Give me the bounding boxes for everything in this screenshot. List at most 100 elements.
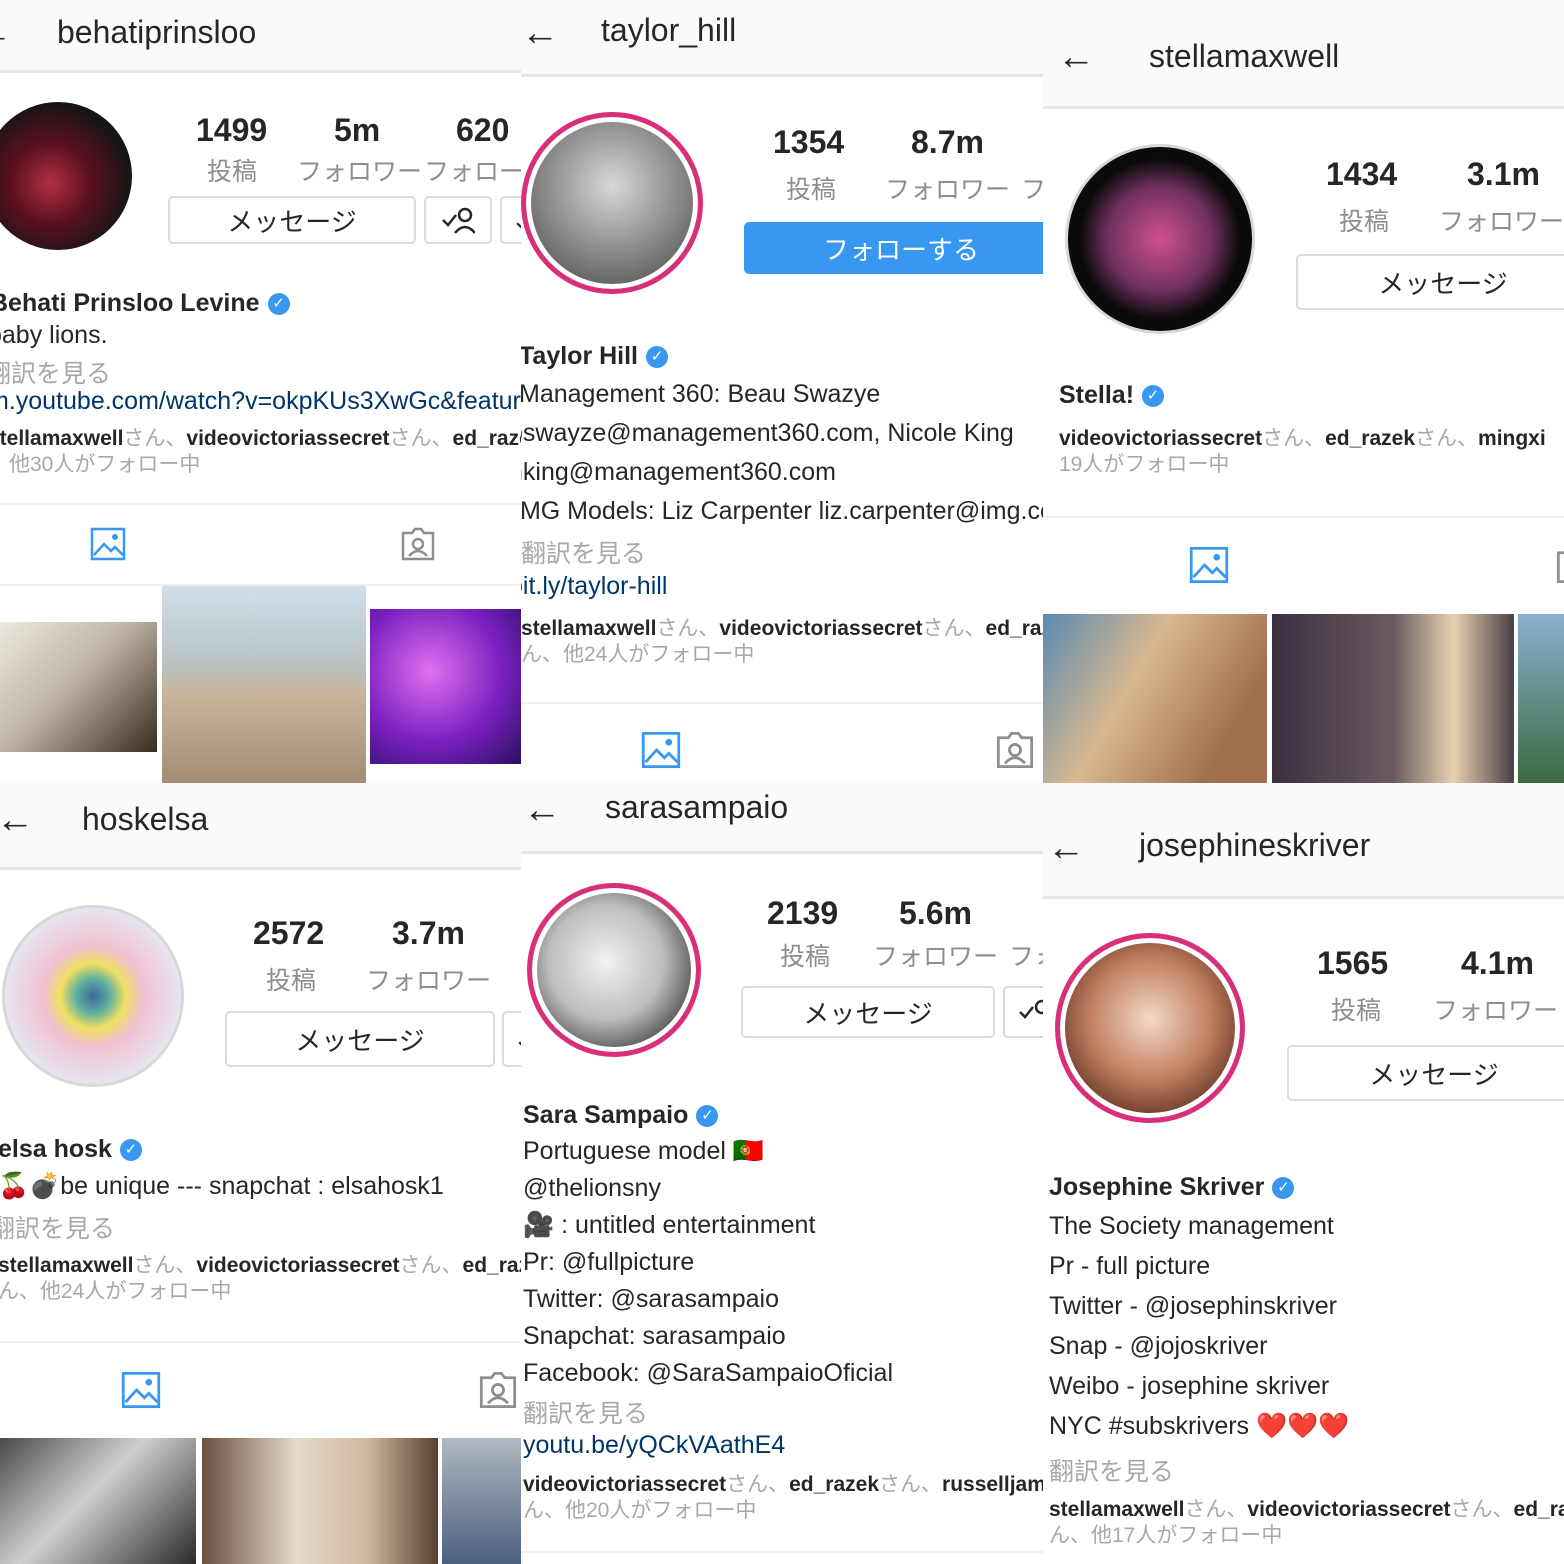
back-arrow-icon[interactable]: ← (0, 801, 34, 839)
posts-label: 投稿 (780, 943, 831, 971)
bio-line: Snapchat: sarasampaio (523, 1322, 786, 1350)
message-button[interactable]: メッセージ (1296, 254, 1564, 310)
followed-by-text[interactable]: videovictoriassecretさん、ed_razekさん、russel… (523, 1472, 1043, 1525)
message-button[interactable]: メッセージ (741, 986, 995, 1038)
bio-line: Pr - full picture (1049, 1252, 1211, 1280)
tagged-tab-icon[interactable] (400, 527, 436, 561)
back-arrow-icon[interactable]: ← (521, 14, 559, 52)
avatar[interactable] (0, 102, 132, 250)
post-thumbnail[interactable] (202, 1438, 438, 1564)
see-translation-link[interactable]: 翻訳を見る (0, 354, 111, 390)
header-bar: ← sarasampaio (521, 783, 1043, 854)
followers-count[interactable]: 5.6m (899, 895, 972, 932)
followers-label: フォロワー (297, 158, 423, 186)
username-title: taylor_hill (601, 12, 737, 48)
divider (521, 702, 1043, 704)
post-thumbnail[interactable] (370, 609, 521, 764)
avatar[interactable] (527, 883, 701, 1057)
bio-line: Snap - @jojoskriver (1049, 1332, 1268, 1360)
header-bar: ← hoskelsa (0, 783, 521, 870)
message-button[interactable]: メッセージ (225, 1011, 495, 1067)
see-translation-link[interactable]: 翻訳を見る (521, 534, 646, 570)
posts-grid-tab-icon[interactable] (641, 731, 681, 769)
username-title: hoskelsa (82, 801, 209, 837)
username-title: behatiprinsloo (57, 14, 257, 50)
display-name: Stella! ✓ (1059, 381, 1165, 410)
more-options-button[interactable]: ⌄ (500, 196, 521, 244)
followers-count[interactable]: 3.7m (392, 915, 465, 952)
followed-by-text[interactable]: stellamaxwellさん、videovictoriassecretさん、e… (521, 616, 1043, 669)
avatar[interactable] (1065, 144, 1255, 334)
posts-label: 投稿 (786, 176, 837, 204)
post-thumbnail[interactable] (162, 586, 366, 783)
header-bar: ← stellamaxwell (1043, 0, 1564, 109)
verified-badge-icon: ✓ (646, 346, 669, 369)
message-button[interactable]: メッセージ (168, 196, 416, 244)
post-thumbnail[interactable] (1272, 614, 1514, 783)
see-translation-link[interactable]: 翻訳を見る (0, 1209, 115, 1245)
posts-label: 投稿 (266, 967, 317, 995)
posts-count: 1354 (773, 124, 845, 160)
verified-badge-icon: ✓ (1272, 1177, 1295, 1200)
website-link[interactable]: youtu.be/yQCkVAathE4 (523, 1431, 785, 1460)
followers-count[interactable]: 8.7m (911, 124, 984, 161)
bio-line: Pr: @fullpicture (523, 1248, 695, 1276)
profile-panel-stellamaxwell: ← stellamaxwell 1434 3.1m 投稿 フォロワー メッセージ… (1043, 0, 1564, 783)
verified-badge-icon: ✓ (267, 293, 290, 316)
following-toggle-button[interactable] (1003, 986, 1043, 1038)
more-options-button[interactable]: ⌄ (502, 1011, 521, 1067)
tagged-tab-icon[interactable] (1555, 546, 1564, 584)
post-thumbnail[interactable] (442, 1438, 521, 1564)
back-arrow-icon[interactable]: ← (0, 14, 12, 52)
message-button[interactable]: メッセージ (1287, 1045, 1564, 1101)
posts-grid-tab-icon[interactable] (90, 527, 126, 561)
posts-count: 1499 (196, 112, 268, 148)
tagged-tab-icon[interactable] (478, 1371, 518, 1409)
website-link[interactable]: bit.ly/taylor-hill (521, 572, 667, 601)
person-check-icon (442, 207, 475, 234)
tagged-tab-icon[interactable] (995, 731, 1035, 769)
display-name: Behati Prinsloo Levine ✓ (0, 289, 290, 318)
back-arrow-icon[interactable]: ← (1057, 38, 1095, 76)
followers-count[interactable]: 5m (334, 112, 380, 149)
follow-button[interactable]: フォローする (744, 222, 1043, 274)
following-count[interactable]: 620 (456, 112, 509, 149)
username-title: sarasampaio (605, 789, 789, 825)
followers-count[interactable]: 3.1m (1467, 156, 1540, 193)
posts-grid-tab-icon[interactable] (1189, 546, 1229, 584)
post-thumbnail[interactable] (1043, 614, 1267, 783)
see-translation-link[interactable]: 翻訳を見る (1049, 1452, 1174, 1488)
followed-by-text[interactable]: stellamaxwellさん、videovictoriassecretさん、e… (0, 426, 521, 479)
back-arrow-icon[interactable]: ← (1047, 829, 1085, 867)
following-label: フォロー中 (1021, 176, 1043, 204)
posts-grid-tab-icon[interactable] (121, 1371, 161, 1409)
followers-count[interactable]: 4.1m (1461, 945, 1534, 982)
profile-panel-taylor-hill: ← taylor_hill 1354 8.7m 投稿 フォロワー フォロー中 フ… (521, 0, 1043, 783)
followed-by-text[interactable]: stellamaxwellさん、videovictoriassecretさん、e… (0, 1253, 521, 1306)
display-name: Sara Sampaio ✓ (523, 1101, 719, 1130)
post-thumbnail[interactable] (1518, 614, 1564, 783)
post-thumbnail[interactable] (0, 622, 157, 752)
back-arrow-icon[interactable]: ← (523, 791, 561, 829)
bio-line: Twitter - @josephinskriver (1049, 1292, 1337, 1320)
posts-count: 2139 (767, 895, 839, 931)
posts-count: 1565 (1317, 945, 1389, 981)
avatar[interactable] (1055, 933, 1245, 1123)
posts-label: 投稿 (207, 158, 258, 186)
following-toggle-button[interactable] (424, 196, 492, 244)
followed-by-text[interactable]: stellamaxwellさん、videovictoriassecretさん、e… (1049, 1497, 1564, 1550)
bio-line: baby lions. (0, 321, 108, 349)
followed-by-text[interactable]: videovictoriassecretさん、ed_razekさん、mingxi… (1059, 426, 1546, 479)
followers-label: フォロワー (366, 967, 492, 995)
verified-badge-icon: ✓ (119, 1139, 142, 1162)
display-name: Josephine Skriver ✓ (1049, 1173, 1295, 1202)
posts-count: 2572 (253, 915, 325, 951)
followers-label: フォロワー (873, 943, 999, 971)
post-thumbnail[interactable] (0, 1438, 196, 1564)
bio-line: IMG Models: Liz Carpenter liz.carpenter@… (521, 497, 1043, 525)
avatar[interactable] (2, 905, 184, 1087)
see-translation-link[interactable]: 翻訳を見る (523, 1394, 648, 1430)
website-link[interactable]: m.youtube.com/watch?v=okpKUs3XwGc&featur… (0, 387, 521, 416)
avatar[interactable] (521, 112, 703, 294)
followers-label: フォロワー (1433, 997, 1559, 1025)
